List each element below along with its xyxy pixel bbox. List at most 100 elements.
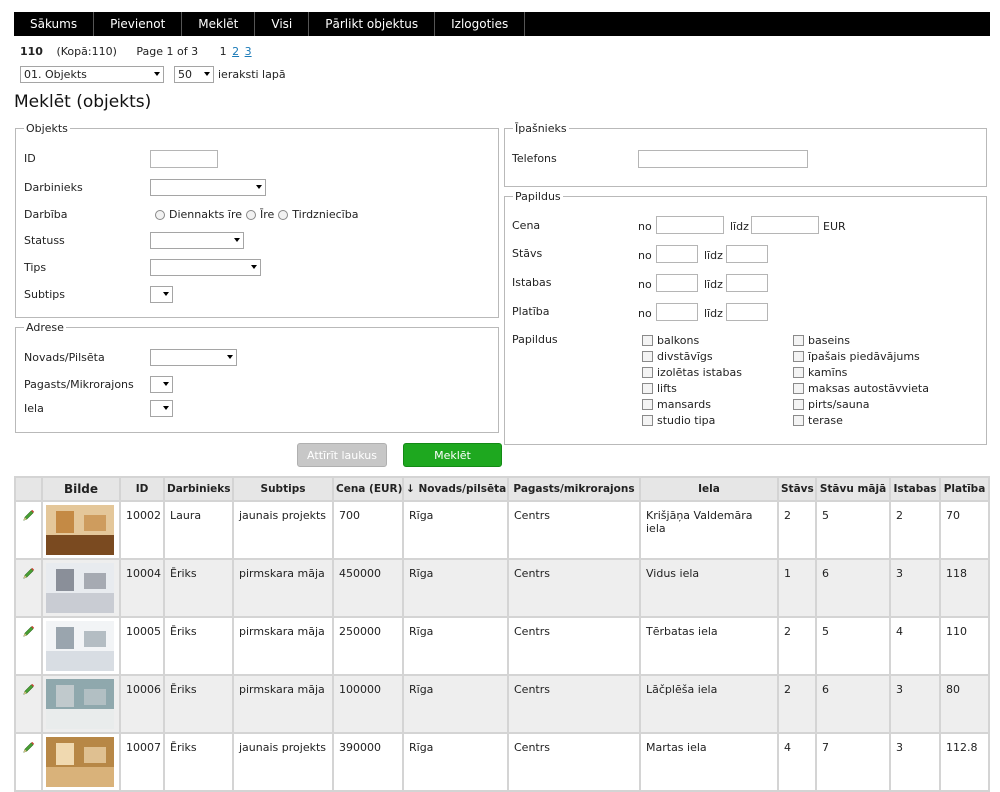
stavs-label: Stāvs	[512, 247, 543, 260]
darbinieks-select[interactable]	[150, 179, 266, 196]
checkbox-ipasais-piedavajums[interactable]: īpašais piedāvājums	[793, 350, 920, 363]
chevron-down-icon	[163, 406, 169, 410]
pencil-icon[interactable]	[21, 566, 36, 581]
column-header-iela[interactable]: Iela	[639, 476, 779, 502]
page-link-3[interactable]: 3	[245, 45, 252, 58]
checkbox-box[interactable]	[793, 351, 804, 362]
nav-item-visi[interactable]: Visi	[255, 12, 310, 36]
checkbox-box[interactable]	[642, 399, 653, 410]
per-page-label: ieraksti lapā	[218, 68, 286, 81]
checkbox-label: maksas autostāvvieta	[808, 382, 929, 395]
checkbox-label: terase	[808, 414, 843, 427]
edit-cell	[14, 732, 43, 792]
total-label: (Kopā:110)	[56, 45, 117, 58]
column-header-stavu-maja[interactable]: Stāvu mājā	[815, 476, 891, 502]
nav-item-parlikt-objektus[interactable]: Pārlikt objektus	[309, 12, 436, 36]
column-header-id[interactable]: ID	[119, 476, 165, 502]
nav-item-sakums[interactable]: Sākums	[14, 12, 95, 36]
tips-select[interactable]	[150, 259, 261, 276]
pencil-icon[interactable]	[21, 682, 36, 697]
platiba-lidz-label: līdz	[704, 307, 723, 320]
nav-item-izlogoties[interactable]: Izlogoties	[435, 12, 526, 36]
cell-darbinieks: Ēriks	[163, 616, 234, 676]
id-input[interactable]	[150, 150, 218, 168]
chevron-down-icon	[154, 72, 160, 76]
checkbox-divstavigs[interactable]: divstāvīgs	[642, 350, 713, 363]
telefons-input[interactable]	[638, 150, 808, 168]
column-header-subtips[interactable]: Subtips	[232, 476, 334, 502]
chevron-down-icon	[204, 72, 210, 76]
checkbox-lifts[interactable]: lifts	[642, 382, 677, 395]
istabas-from-input[interactable]	[656, 274, 698, 292]
pagasts-select[interactable]	[150, 376, 173, 393]
papildus-options-label: Papildus	[512, 333, 558, 346]
cena-from-input[interactable]	[656, 216, 724, 234]
property-photo-thumbnail[interactable]	[46, 563, 114, 613]
radio-diennakts-ire[interactable]	[155, 209, 165, 220]
checkbox-box[interactable]	[642, 351, 653, 362]
checkbox-izoletas-istabas[interactable]: izolētas istabas	[642, 366, 742, 379]
checkbox-box[interactable]	[793, 335, 804, 346]
column-header-darbinieks[interactable]: Darbinieks	[163, 476, 234, 502]
checkbox-box[interactable]	[642, 367, 653, 378]
column-header-platiba[interactable]: Platība	[939, 476, 990, 502]
checkbox-box[interactable]	[642, 383, 653, 394]
column-header-cena[interactable]: Cena (EUR)	[332, 476, 404, 502]
column-header-stavs[interactable]: Stāvs	[777, 476, 817, 502]
property-photo-thumbnail[interactable]	[46, 737, 114, 787]
column-header-istabas[interactable]: Istabas	[889, 476, 941, 502]
checkbox-box[interactable]	[642, 335, 653, 346]
column-header-novads[interactable]: ↓ Novads/pilsēta	[402, 476, 509, 502]
radio-tirdznieciba[interactable]	[278, 209, 289, 220]
radio-ire[interactable]	[246, 209, 256, 220]
per-page-select[interactable]: 50	[174, 66, 214, 83]
pencil-icon[interactable]	[21, 740, 36, 755]
platiba-to-input[interactable]	[726, 303, 768, 321]
checkbox-box[interactable]	[793, 383, 804, 394]
property-photo-thumbnail[interactable]	[46, 505, 114, 555]
stavs-from-input[interactable]	[656, 245, 698, 263]
platiba-from-input[interactable]	[656, 303, 698, 321]
cell-pagasts: Centrs	[507, 616, 641, 676]
clear-fields-button[interactable]: Attīrīt laukus	[297, 443, 387, 467]
subtips-select[interactable]	[150, 286, 173, 303]
checkbox-maksas-autostavvieta[interactable]: maksas autostāvvieta	[793, 382, 929, 395]
cell-istabas: 2	[889, 500, 941, 560]
pencil-icon[interactable]	[21, 624, 36, 639]
checkbox-box[interactable]	[793, 399, 804, 410]
checkbox-mansards[interactable]: mansards	[642, 398, 711, 411]
search-button[interactable]: Meklēt	[403, 443, 502, 467]
page-link-2[interactable]: 2	[232, 45, 239, 58]
novads-select[interactable]	[150, 349, 237, 366]
checkbox-pirts-sauna[interactable]: pirts/sauna	[793, 398, 869, 411]
telefons-label: Telefons	[512, 152, 557, 165]
checkbox-balkons[interactable]: balkons	[642, 334, 699, 347]
checkbox-baseins[interactable]: baseins	[793, 334, 850, 347]
cell-istabas: 3	[889, 674, 941, 734]
cell-platiba: 70	[939, 500, 990, 560]
checkbox-box[interactable]	[793, 415, 804, 426]
stavs-to-input[interactable]	[726, 245, 768, 263]
nav-item-pievienot[interactable]: Pievienot	[94, 12, 183, 36]
object-type-select[interactable]: 01. Objekts	[20, 66, 164, 83]
property-photo-thumbnail[interactable]	[46, 679, 114, 729]
statuss-select[interactable]	[150, 232, 244, 249]
istabas-to-input[interactable]	[726, 274, 768, 292]
checkbox-box[interactable]	[793, 367, 804, 378]
checkbox-kamins[interactable]: kamīns	[793, 366, 847, 379]
pencil-icon[interactable]	[21, 508, 36, 523]
checkbox-terase[interactable]: terase	[793, 414, 843, 427]
radio-label: Īre	[260, 208, 275, 221]
checkbox-studio-tipa[interactable]: studio tipa	[642, 414, 715, 427]
property-photo-thumbnail[interactable]	[46, 621, 114, 671]
cena-to-input[interactable]	[751, 216, 819, 234]
nav-item-meklet[interactable]: Meklēt	[182, 12, 256, 36]
iela-select[interactable]	[150, 400, 173, 417]
column-header-pagasts[interactable]: Pagasts/mikrorajons	[507, 476, 641, 502]
cell-stavs: 1	[777, 558, 817, 618]
cell-novads: Rīga	[402, 732, 509, 792]
edit-cell	[14, 558, 43, 618]
checkbox-box[interactable]	[642, 415, 653, 426]
cell-stavu-maja: 7	[815, 732, 891, 792]
photo-cell	[41, 616, 121, 676]
